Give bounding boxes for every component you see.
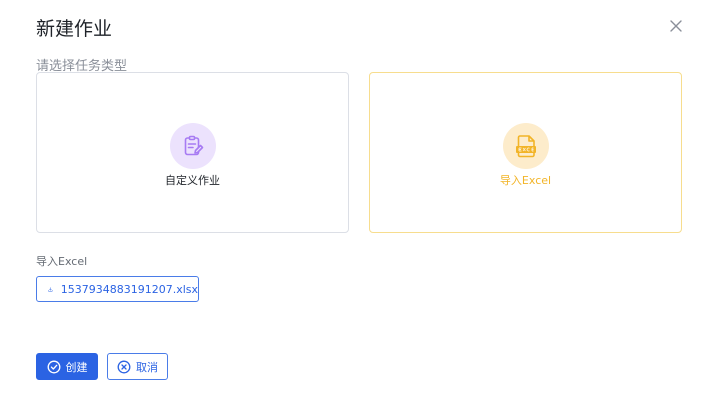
create-button-label: 创建 <box>65 360 88 374</box>
file-section-label: 导入Excel <box>36 255 88 268</box>
clipboard-edit-icon <box>169 123 216 169</box>
file-name: 1537934883191207.xlsx <box>60 282 198 296</box>
dialog-title: 新建作业 <box>36 18 113 40</box>
check-circle-icon <box>47 360 60 373</box>
cancel-button-label: 取消 <box>136 360 158 374</box>
custom-task-option[interactable]: 自定义作业 <box>36 72 349 233</box>
import-excel-option[interactable]: 导入Excel <box>369 72 682 233</box>
close-icon[interactable] <box>668 18 684 34</box>
excel-file-icon <box>502 123 549 169</box>
create-button[interactable]: 创建 <box>36 353 98 380</box>
cancel-button[interactable]: 取消 <box>107 353 168 380</box>
close-circle-icon <box>117 360 131 373</box>
import-excel-label: 导入Excel <box>499 174 552 187</box>
download-icon <box>48 286 53 292</box>
custom-task-label: 自定义作业 <box>165 174 220 187</box>
download-file-button[interactable]: 1537934883191207.xlsx <box>36 276 199 302</box>
